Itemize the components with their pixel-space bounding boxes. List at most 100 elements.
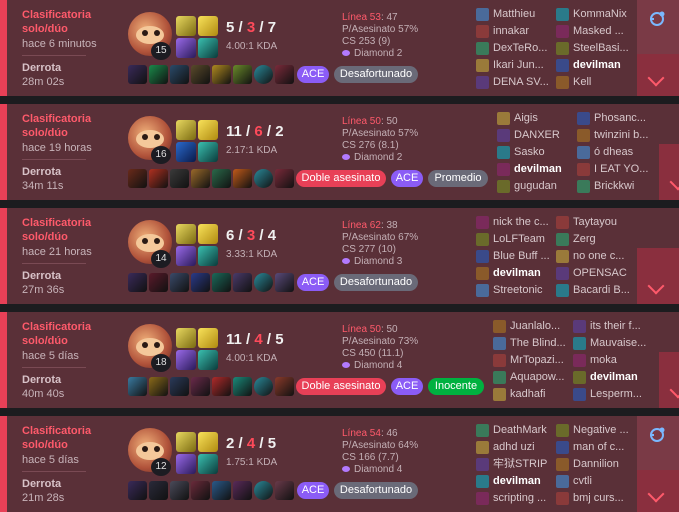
player-name[interactable]: devilman (573, 59, 621, 71)
player-name[interactable]: SteelBasi... (573, 42, 629, 54)
player-row[interactable]: Streetonic (476, 282, 550, 299)
rune-icon[interactable] (198, 246, 218, 266)
item-icon[interactable] (128, 273, 147, 292)
player-name[interactable]: scripting ... (493, 492, 546, 504)
player-name[interactable]: cvtli (573, 475, 592, 487)
item-icon[interactable] (254, 377, 273, 396)
expand-button[interactable] (659, 144, 679, 200)
player-name[interactable]: gugudan (514, 180, 557, 192)
item-icon[interactable] (254, 481, 273, 500)
rune-icon[interactable] (198, 350, 218, 370)
item-icon[interactable] (275, 273, 294, 292)
item-icon[interactable] (275, 169, 294, 188)
player-row[interactable]: man of c... (556, 439, 629, 456)
player-name[interactable]: twinzini b... (594, 129, 648, 141)
player-name[interactable]: Aquapow... (510, 371, 564, 383)
rune-icon[interactable] (198, 224, 218, 244)
player-row[interactable]: LoLFTeam (476, 231, 550, 248)
player-name[interactable]: Zerg (573, 233, 596, 245)
item-icon[interactable] (149, 273, 168, 292)
player-row[interactable]: Sasko (497, 144, 562, 161)
item-icon[interactable] (254, 169, 273, 188)
item-icon[interactable] (170, 65, 189, 84)
player-name[interactable]: Brickkwi (594, 180, 634, 192)
item-icon[interactable] (149, 481, 168, 500)
item-icon[interactable] (212, 377, 231, 396)
item-icon[interactable] (170, 481, 189, 500)
rune-icon[interactable] (198, 120, 218, 140)
player-row[interactable]: Ikari Jun... (476, 57, 549, 74)
rune-icon[interactable] (198, 432, 218, 452)
player-name[interactable]: devilman (590, 371, 638, 383)
item-icon[interactable] (149, 65, 168, 84)
item-icon[interactable] (191, 273, 210, 292)
item-icon[interactable] (191, 481, 210, 500)
item-icon[interactable] (275, 377, 294, 396)
match-card[interactable]: Clasificatoria solo/dúo hace 19 horas Derr… (0, 104, 679, 200)
summoner-spell-icon[interactable] (176, 224, 196, 244)
item-icon[interactable] (233, 169, 252, 188)
summoner-spell-icon[interactable] (176, 432, 196, 452)
player-row[interactable]: Mauvaise... (573, 335, 646, 352)
match-card[interactable]: Clasificatoria solo/dúo hace 6 minutos Der… (0, 0, 679, 96)
player-name[interactable]: ó dheas (594, 146, 633, 158)
player-name[interactable]: The Blind... (510, 337, 566, 349)
player-name[interactable]: I EAT YO... (594, 163, 648, 175)
player-row[interactable]: DeathMark (476, 422, 547, 439)
player-name[interactable]: Aigis (514, 112, 538, 124)
player-name[interactable]: adhd uzi (493, 441, 535, 453)
player-row[interactable]: DANXER (497, 127, 562, 144)
item-icon[interactable] (191, 169, 210, 188)
item-icon[interactable] (149, 169, 168, 188)
player-row[interactable]: 牢狱STRIP (476, 456, 547, 473)
player-row[interactable]: Aquapow... (493, 369, 566, 386)
item-icon[interactable] (170, 169, 189, 188)
player-name[interactable]: LoLFTeam (493, 233, 545, 245)
item-icon[interactable] (170, 377, 189, 396)
item-icon[interactable] (128, 169, 147, 188)
item-icon[interactable] (233, 273, 252, 292)
player-name[interactable]: devilman (493, 475, 541, 487)
player-row[interactable]: kadhafi (493, 386, 566, 403)
player-row[interactable]: devilman (476, 265, 550, 282)
item-icon[interactable] (191, 377, 210, 396)
rune-icon[interactable] (198, 16, 218, 36)
player-name[interactable]: Phosanc... (594, 112, 646, 124)
player-name[interactable]: devilman (514, 163, 562, 175)
item-icon[interactable] (233, 481, 252, 500)
player-row[interactable]: Lesperm... (573, 386, 646, 403)
rune-icon[interactable] (198, 142, 218, 162)
item-icon[interactable] (212, 273, 231, 292)
player-row[interactable]: adhd uzi (476, 439, 547, 456)
summoner-spell-icon[interactable] (176, 350, 196, 370)
player-row[interactable]: DexTeRo... (476, 40, 549, 57)
player-row[interactable]: KommaNix (556, 6, 629, 23)
player-row[interactable]: no one c... (556, 248, 630, 265)
player-name[interactable]: nick the c... (493, 216, 549, 228)
player-name[interactable]: 牢狱STRIP (493, 458, 547, 470)
player-name[interactable]: DexTeRo... (493, 42, 547, 54)
item-icon[interactable] (128, 65, 147, 84)
player-row[interactable]: MrTopazi... (493, 352, 566, 369)
rune-icon[interactable] (198, 454, 218, 474)
summoner-spell-icon[interactable] (176, 38, 196, 58)
player-name[interactable]: DANXER (514, 129, 560, 141)
summoner-spell-icon[interactable] (176, 16, 196, 36)
player-row[interactable]: cvtli (556, 473, 629, 490)
player-row[interactable]: nick the c... (476, 214, 550, 231)
expand-button[interactable] (659, 352, 679, 408)
player-row[interactable]: Dannilion (556, 456, 629, 473)
player-name[interactable]: OPENSAC (573, 267, 627, 279)
player-row[interactable]: devilman (556, 57, 629, 74)
player-name[interactable]: Ikari Jun... (493, 59, 544, 71)
player-name[interactable]: no one c... (573, 250, 624, 262)
player-name[interactable]: devilman (493, 267, 541, 279)
player-name[interactable]: Lesperm... (590, 388, 642, 400)
player-row[interactable]: Juanlalo... (493, 318, 566, 335)
item-icon[interactable] (128, 377, 147, 396)
player-name[interactable]: Sasko (514, 146, 545, 158)
player-row[interactable]: Zerg (556, 231, 630, 248)
player-name[interactable]: its their f... (590, 320, 641, 332)
player-row[interactable]: twinzini b... (577, 127, 648, 144)
summoner-spell-icon[interactable] (176, 246, 196, 266)
